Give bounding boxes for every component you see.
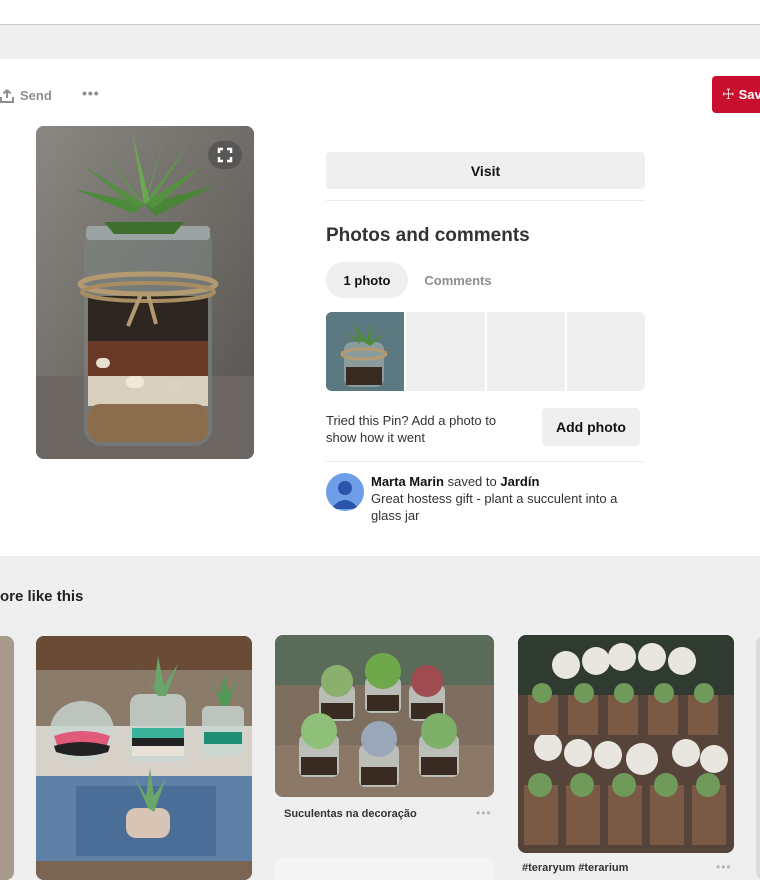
board-name[interactable]: Jardín xyxy=(500,474,539,489)
photo-thumbnails xyxy=(326,312,645,391)
photos-comments-title: Photos and comments xyxy=(326,225,530,246)
avatar[interactable] xyxy=(326,473,364,511)
visit-button[interactable]: Visit xyxy=(326,152,645,189)
share-icon xyxy=(0,88,14,103)
more-options-button[interactable]: ••• xyxy=(82,85,100,101)
pin-description: Great hostess gift - plant a succulent i… xyxy=(371,491,618,523)
pin-more-button[interactable]: ••• xyxy=(476,806,492,820)
add-photo-button[interactable]: Add photo xyxy=(542,408,640,446)
tab-comments[interactable]: Comments xyxy=(410,262,506,298)
pin-card[interactable] xyxy=(275,857,494,880)
more-like-this-title: ore like this xyxy=(0,588,84,605)
send-label: Send xyxy=(20,88,52,103)
pin-caption[interactable]: Suculentas na decoração xyxy=(284,808,417,821)
pin-image[interactable] xyxy=(36,126,254,459)
saver-name[interactable]: Marta Marin xyxy=(371,474,444,489)
saved-to-text: saved to xyxy=(447,474,497,489)
save-label: Sav xyxy=(738,87,760,102)
pin-more-button[interactable]: ••• xyxy=(716,860,732,874)
photo-placeholder xyxy=(566,312,645,391)
pin-card[interactable] xyxy=(275,635,494,797)
expand-icon[interactable] xyxy=(208,141,242,169)
browser-top-bar xyxy=(0,0,760,25)
pin-card[interactable] xyxy=(756,636,760,880)
pin-card[interactable] xyxy=(36,636,252,880)
pin-icon: ☩ xyxy=(722,86,735,102)
photo-placeholder xyxy=(406,312,485,391)
photo-thumbnail[interactable] xyxy=(326,312,405,391)
divider xyxy=(326,200,645,201)
pin-card[interactable] xyxy=(518,635,734,853)
page-gap xyxy=(0,25,760,59)
divider xyxy=(326,461,645,462)
photo-placeholder xyxy=(486,312,565,391)
tried-pin-text: Tried this Pin? Add a photo to show how … xyxy=(326,413,497,445)
tab-photos[interactable]: 1 photo xyxy=(326,262,408,298)
save-button[interactable]: ☩ Sav xyxy=(712,76,760,113)
saved-by-info: Marta Marin saved to Jardín Great hostes… xyxy=(371,473,651,524)
pin-caption[interactable]: #teraryum #terarium xyxy=(522,862,628,875)
pin-card[interactable] xyxy=(0,636,14,880)
send-button[interactable]: Send xyxy=(0,88,52,103)
